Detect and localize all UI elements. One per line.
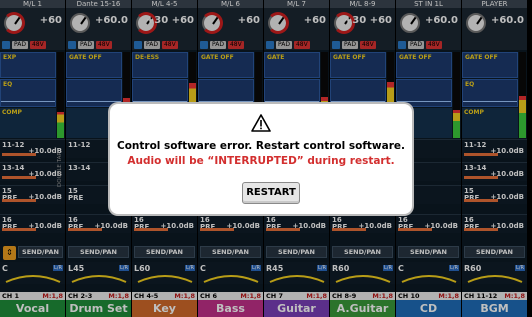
- error-dialog: Control software error. Restart control …: [110, 104, 412, 214]
- error-message: Control software error. Restart control …: [117, 140, 405, 152]
- warning-icon: [251, 114, 271, 132]
- warning-message: Audio will be “INTERRUPTED” during resta…: [127, 155, 395, 167]
- restart-button[interactable]: RESTART: [242, 182, 300, 204]
